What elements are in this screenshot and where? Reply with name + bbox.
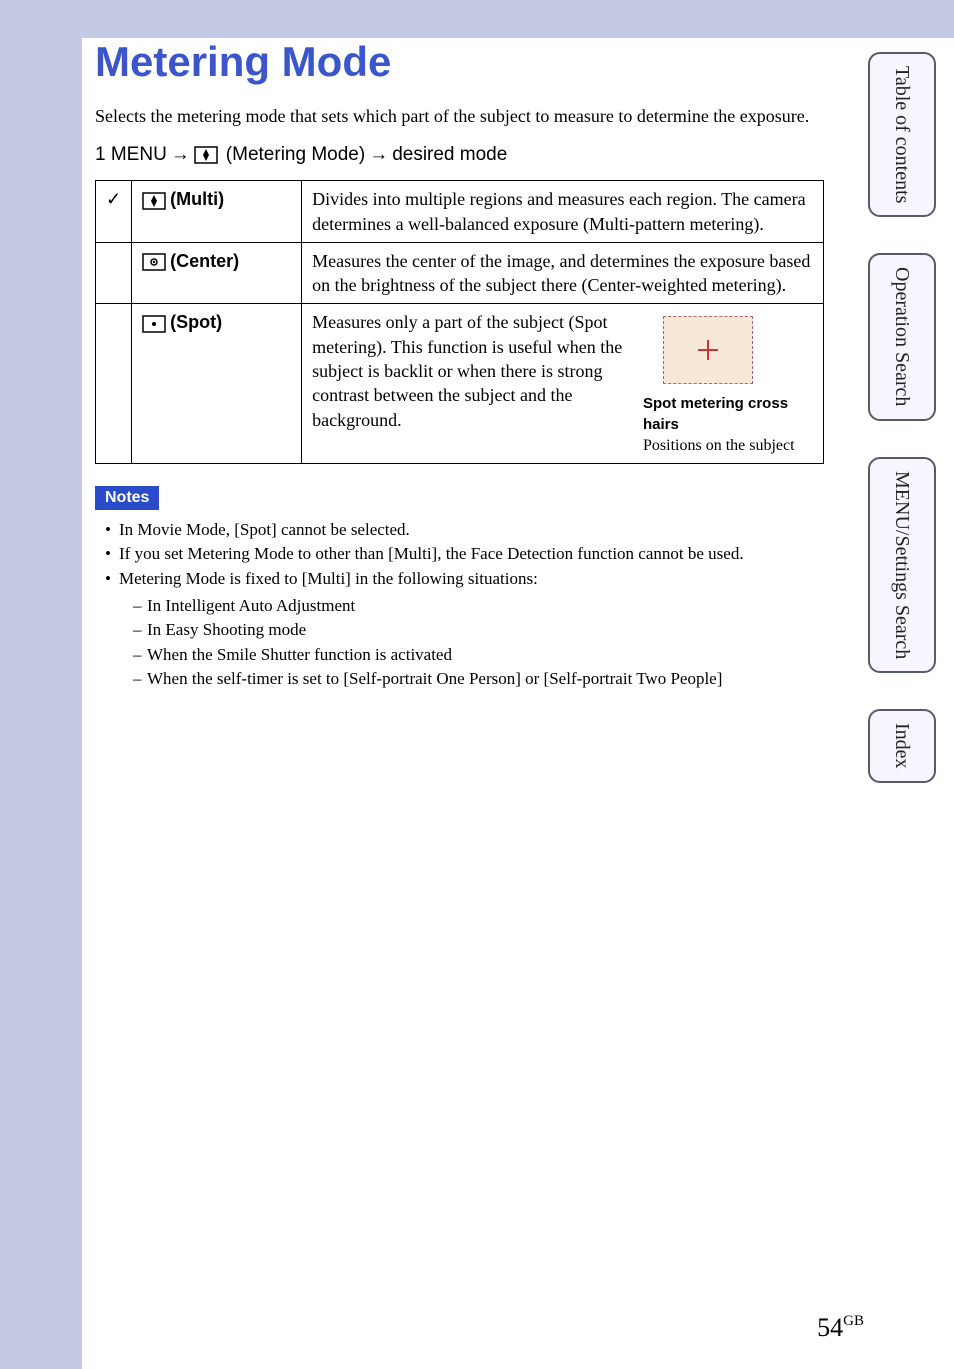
spot-caption-bold: Spot metering cross hairs (643, 394, 813, 435)
side-nav-tabs: Table of contents Operation Search MENU/… (868, 52, 936, 819)
list-item: In Easy Shooting mode (133, 618, 824, 643)
tab-label: Table of contents (891, 66, 913, 203)
list-item: When the self-timer is set to [Self-port… (133, 667, 824, 692)
mode-cell: (Spot) (132, 304, 302, 463)
page-title: Metering Mode (95, 38, 824, 86)
spot-desc-text: Measures only a part of the subject (Spo… (312, 310, 631, 456)
tab-menu-settings-search[interactable]: MENU/Settings Search (868, 457, 936, 673)
tab-label: Index (891, 723, 913, 769)
list-item-text: Metering Mode is fixed to [Multi] in the… (119, 569, 538, 588)
spot-icon (142, 315, 166, 333)
page-number: 54GB (817, 1313, 864, 1343)
crosshair-icon (707, 340, 709, 360)
multi-icon (142, 192, 166, 210)
main-content: Metering Mode Selects the metering mode … (95, 38, 824, 692)
mode-description: Measures the center of the image, and de… (302, 242, 824, 304)
arrow-icon: → (171, 144, 190, 166)
table-row: (Spot) Measures only a part of the subje… (96, 304, 824, 463)
center-icon (142, 253, 166, 271)
mode-label: (Center) (170, 251, 239, 271)
instruction-prefix: 1 MENU (95, 144, 167, 166)
arrow-icon: → (369, 144, 388, 166)
mode-cell: (Multi) (132, 181, 302, 243)
list-item: When the Smile Shutter function is activ… (133, 643, 824, 668)
spot-caption-normal: Positions on the subject (643, 435, 813, 457)
instruction-mid: (Metering Mode) (226, 144, 365, 166)
spot-crosshair-illustration (663, 316, 753, 384)
instruction-suffix: desired mode (392, 144, 507, 166)
default-check: ✓ (96, 181, 132, 243)
tab-label: MENU/Settings Search (891, 471, 913, 659)
top-decor-band (0, 0, 954, 38)
list-item: In Intelligent Auto Adjustment (133, 594, 824, 619)
page-number-value: 54 (817, 1313, 843, 1342)
mode-description: Divides into multiple regions and measur… (302, 181, 824, 243)
tab-label: Operation Search (891, 267, 913, 406)
table-row: ✓ (Multi) Divides into multiple regions … (96, 181, 824, 243)
list-item: If you set Metering Mode to other than [… (105, 542, 824, 567)
default-check (96, 242, 132, 304)
list-item: Metering Mode is fixed to [Multi] in the… (105, 567, 824, 692)
page-lang: GB (843, 1313, 864, 1329)
table-row: (Center) Measures the center of the imag… (96, 242, 824, 304)
tab-operation-search[interactable]: Operation Search (868, 253, 936, 420)
multi-metering-icon (194, 146, 218, 164)
left-decor-band (0, 0, 82, 1369)
mode-description: Measures only a part of the subject (Spo… (302, 304, 824, 463)
spot-figure: Spot metering cross hairs Positions on t… (643, 310, 813, 456)
notes-list: In Movie Mode, [Spot] cannot be selected… (95, 518, 824, 692)
mode-label: (Spot) (170, 312, 222, 332)
mode-label: (Multi) (170, 189, 224, 209)
mode-cell: (Center) (132, 242, 302, 304)
instruction-line: 1 MENU → (Metering Mode) → desired mode (95, 144, 824, 166)
tab-table-of-contents[interactable]: Table of contents (868, 52, 936, 217)
notes-heading: Notes (95, 486, 159, 510)
default-check (96, 304, 132, 463)
notes-sublist: In Intelligent Auto Adjustment In Easy S… (119, 594, 824, 693)
modes-table: ✓ (Multi) Divides into multiple regions … (95, 180, 824, 463)
tab-index[interactable]: Index (868, 709, 936, 783)
list-item: In Movie Mode, [Spot] cannot be selected… (105, 518, 824, 543)
intro-paragraph: Selects the metering mode that sets whic… (95, 104, 824, 128)
